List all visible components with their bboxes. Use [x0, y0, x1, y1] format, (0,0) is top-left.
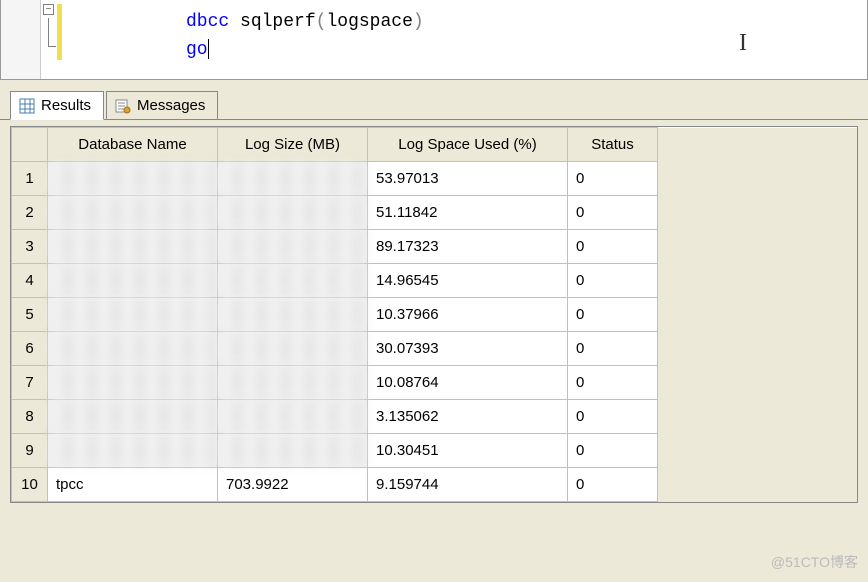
- code-line-1[interactable]: dbcc sqlperf(logspace): [1, 8, 867, 36]
- cell-spacer: [658, 366, 857, 400]
- cell-status[interactable]: 0: [568, 366, 658, 400]
- results-tabs: Results Messages: [0, 80, 868, 120]
- row-number[interactable]: 10: [12, 468, 48, 502]
- cell-logused[interactable]: 3.135062: [368, 400, 568, 434]
- cell-logsize[interactable]: [218, 162, 368, 196]
- cell-status[interactable]: 0: [568, 400, 658, 434]
- row-number[interactable]: 9: [12, 434, 48, 468]
- cell-logsize[interactable]: [218, 366, 368, 400]
- tab-results[interactable]: Results: [10, 91, 104, 120]
- table-row[interactable]: 2 51.118420: [12, 196, 857, 230]
- cell-dbname[interactable]: [48, 162, 218, 196]
- cell-logsize[interactable]: [218, 298, 368, 332]
- cell-spacer: [658, 196, 857, 230]
- cell-logsize[interactable]: [218, 230, 368, 264]
- keyword-dbcc: dbcc: [186, 12, 229, 32]
- cell-dbname[interactable]: [48, 196, 218, 230]
- cell-spacer: [658, 230, 857, 264]
- header-logsize[interactable]: Log Size (MB): [218, 128, 368, 162]
- row-number[interactable]: 8: [12, 400, 48, 434]
- cell-dbname[interactable]: [48, 332, 218, 366]
- row-number[interactable]: 6: [12, 332, 48, 366]
- table-row[interactable]: 6 30.073930: [12, 332, 857, 366]
- header-status[interactable]: Status: [568, 128, 658, 162]
- table-row[interactable]: 5 10.379660: [12, 298, 857, 332]
- header-logused[interactable]: Log Space Used (%): [368, 128, 568, 162]
- row-number[interactable]: 2: [12, 196, 48, 230]
- function-name: sqlperf: [240, 12, 316, 32]
- cell-spacer: [658, 332, 857, 366]
- cell-logused[interactable]: 89.17323: [368, 230, 568, 264]
- keyword-go: go: [186, 40, 208, 60]
- table-row[interactable]: 7 10.087640: [12, 366, 857, 400]
- cell-logused[interactable]: 10.37966: [368, 298, 568, 332]
- tab-messages[interactable]: Messages: [106, 91, 218, 119]
- grid-icon: [19, 98, 35, 114]
- paren-close: ): [413, 12, 424, 32]
- cell-spacer: [658, 434, 857, 468]
- cell-logused[interactable]: 30.07393: [368, 332, 568, 366]
- cell-logused[interactable]: 51.11842: [368, 196, 568, 230]
- row-number[interactable]: 4: [12, 264, 48, 298]
- header-dbname[interactable]: Database Name: [48, 128, 218, 162]
- cell-logsize[interactable]: [218, 400, 368, 434]
- cell-spacer: [658, 468, 857, 502]
- results-grid[interactable]: Database Name Log Size (MB) Log Space Us…: [10, 126, 858, 503]
- cell-logused[interactable]: 10.30451: [368, 434, 568, 468]
- text-cursor: [208, 39, 209, 59]
- tab-results-label: Results: [41, 97, 91, 114]
- table-row[interactable]: 10tpcc703.99229.1597440: [12, 468, 857, 502]
- cell-dbname[interactable]: [48, 366, 218, 400]
- cell-status[interactable]: 0: [568, 434, 658, 468]
- table-row[interactable]: 1 53.970130: [12, 162, 857, 196]
- cell-logsize[interactable]: [218, 196, 368, 230]
- cell-dbname[interactable]: [48, 434, 218, 468]
- table-row[interactable]: 8 3.1350620: [12, 400, 857, 434]
- cell-logused[interactable]: 10.08764: [368, 366, 568, 400]
- cell-dbname[interactable]: tpcc: [48, 468, 218, 502]
- row-number[interactable]: 7: [12, 366, 48, 400]
- cell-spacer: [658, 264, 857, 298]
- cell-dbname[interactable]: [48, 400, 218, 434]
- table-row[interactable]: 3 89.173230: [12, 230, 857, 264]
- ibeam-cursor-icon: I: [739, 30, 747, 57]
- cell-status[interactable]: 0: [568, 332, 658, 366]
- header-spacer: [658, 128, 857, 162]
- cell-status[interactable]: 0: [568, 298, 658, 332]
- watermark: @51CTO博客: [771, 552, 858, 572]
- row-number[interactable]: 1: [12, 162, 48, 196]
- table-row[interactable]: 4 14.965450: [12, 264, 857, 298]
- messages-icon: [115, 98, 131, 114]
- cell-logsize[interactable]: 703.9922: [218, 468, 368, 502]
- code-line-2[interactable]: go: [1, 36, 867, 64]
- cell-status[interactable]: 0: [568, 230, 658, 264]
- cell-logsize[interactable]: [218, 332, 368, 366]
- cell-logsize[interactable]: [218, 264, 368, 298]
- cell-status[interactable]: 0: [568, 196, 658, 230]
- row-number[interactable]: 3: [12, 230, 48, 264]
- cell-logused[interactable]: 53.97013: [368, 162, 568, 196]
- sql-editor[interactable]: − dbcc sqlperf(logspace) go I: [0, 0, 868, 80]
- table-row[interactable]: 9 10.304510: [12, 434, 857, 468]
- cell-status[interactable]: 0: [568, 162, 658, 196]
- cell-spacer: [658, 298, 857, 332]
- cell-spacer: [658, 400, 857, 434]
- results-pane: Database Name Log Size (MB) Log Space Us…: [0, 120, 868, 509]
- cell-logsize[interactable]: [218, 434, 368, 468]
- paren-open: (: [316, 12, 327, 32]
- cell-status[interactable]: 0: [568, 264, 658, 298]
- argument: logspace: [326, 12, 412, 32]
- header-row: Database Name Log Size (MB) Log Space Us…: [12, 128, 857, 162]
- cell-dbname[interactable]: [48, 298, 218, 332]
- cell-spacer: [658, 162, 857, 196]
- cell-dbname[interactable]: [48, 230, 218, 264]
- cell-logused[interactable]: 9.159744: [368, 468, 568, 502]
- corner-cell: [12, 128, 48, 162]
- cell-dbname[interactable]: [48, 264, 218, 298]
- cell-status[interactable]: 0: [568, 468, 658, 502]
- row-number[interactable]: 5: [12, 298, 48, 332]
- cell-logused[interactable]: 14.96545: [368, 264, 568, 298]
- tab-messages-label: Messages: [137, 97, 205, 114]
